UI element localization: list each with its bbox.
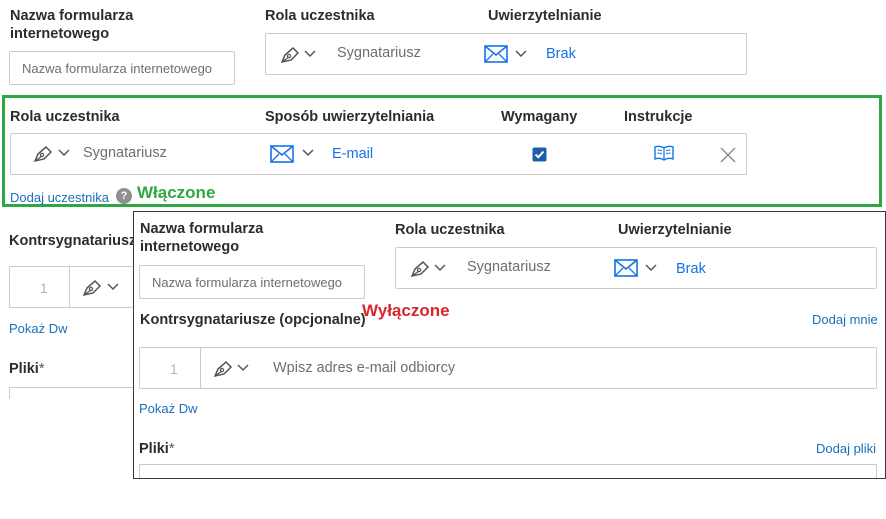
auth-label: Uwierzytelnianie bbox=[488, 8, 602, 24]
cosigners-label: Kontrsygnatariusze (opcjonalne) bbox=[140, 312, 366, 328]
role-value: Sygnatariusz bbox=[337, 45, 421, 61]
auth-label: Uwierzytelnianie bbox=[618, 222, 732, 238]
files-label: Pliki* bbox=[9, 361, 45, 377]
participant-row: Sygnatariusz E-mail bbox=[10, 133, 747, 175]
book-icon[interactable] bbox=[654, 145, 674, 161]
role-value: Sygnatariusz bbox=[83, 145, 167, 161]
chevron-down-icon[interactable] bbox=[107, 282, 119, 292]
form-name-input[interactable]: Nazwa formularza internetowego bbox=[139, 265, 365, 299]
chevron-down-icon[interactable] bbox=[237, 363, 249, 373]
envelope-icon[interactable] bbox=[484, 45, 508, 63]
divider bbox=[69, 267, 70, 307]
enabled-status-label: Włączone bbox=[137, 183, 216, 202]
role-label: Rola uczestnika bbox=[395, 222, 505, 238]
cosigner-index: 1 bbox=[170, 361, 178, 377]
recipient-email-input[interactable]: Wpisz adres e-mail odbiorcy bbox=[273, 360, 455, 376]
instructions-header: Instrukcje bbox=[624, 109, 693, 125]
chevron-down-icon[interactable] bbox=[304, 49, 316, 59]
divider bbox=[200, 348, 201, 388]
chevron-down-icon[interactable] bbox=[515, 49, 527, 59]
show-cc-link[interactable]: Pokaż Dw bbox=[9, 321, 68, 336]
files-label: Pliki* bbox=[139, 441, 175, 457]
add-participant-link[interactable]: Dodaj uczestnika bbox=[10, 190, 109, 205]
form-name-label: Nazwa formularza internetowego bbox=[10, 8, 134, 42]
required-header: Wymagany bbox=[501, 109, 578, 125]
show-cc-link[interactable]: Pokaż Dw bbox=[139, 401, 198, 416]
auth-method-header: Sposób uwierzytelniania bbox=[265, 109, 435, 125]
role-header: Rola uczestnika bbox=[10, 109, 120, 125]
chevron-down-icon[interactable] bbox=[58, 148, 70, 158]
files-drop-area[interactable] bbox=[139, 464, 877, 478]
participant-row: Sygnatariusz Brak bbox=[265, 33, 747, 75]
chevron-down-icon[interactable] bbox=[302, 148, 314, 158]
add-me-link[interactable]: Dodaj mnie bbox=[812, 312, 878, 327]
pen-signature-icon[interactable] bbox=[82, 278, 104, 298]
enabled-panel: Rola uczestnika Sposób uwierzytelniania … bbox=[2, 95, 882, 207]
form-name-input[interactable]: Nazwa formularza internetowego bbox=[9, 51, 235, 85]
participant-row: Sygnatariusz Brak bbox=[395, 247, 877, 289]
pen-signature-icon[interactable] bbox=[213, 359, 235, 379]
cosigner-label: Kontrsygnatariusz bbox=[9, 233, 137, 249]
pen-signature-icon[interactable] bbox=[33, 144, 55, 164]
cosigner-row: 1 bbox=[9, 266, 133, 308]
close-icon[interactable] bbox=[720, 147, 736, 163]
files-drop-area[interactable] bbox=[9, 387, 133, 399]
role-value: Sygnatariusz bbox=[467, 259, 551, 275]
pen-signature-icon[interactable] bbox=[280, 45, 302, 65]
pen-signature-icon[interactable] bbox=[410, 259, 432, 279]
envelope-icon[interactable] bbox=[614, 259, 638, 277]
form-name-label: Nazwa formularza internetowego bbox=[140, 221, 264, 255]
disabled-panel: Nazwa formularza internetowego Nazwa for… bbox=[133, 211, 886, 479]
chevron-down-icon[interactable] bbox=[434, 263, 446, 273]
envelope-icon[interactable] bbox=[270, 145, 294, 163]
role-label: Rola uczestnika bbox=[265, 8, 375, 24]
checkbox-checked-icon[interactable] bbox=[532, 147, 547, 162]
disabled-status-label: Wyłączone bbox=[362, 301, 450, 320]
auth-value[interactable]: Brak bbox=[676, 261, 706, 277]
help-icon[interactable]: ? bbox=[116, 188, 132, 204]
auth-value[interactable]: Brak bbox=[546, 46, 576, 62]
add-files-link[interactable]: Dodaj pliki bbox=[816, 441, 876, 456]
auth-value[interactable]: E-mail bbox=[332, 146, 373, 162]
cosigner-row: 1 Wpisz adres e-mail odbiorcy bbox=[139, 347, 877, 389]
cosigner-index: 1 bbox=[40, 280, 48, 296]
chevron-down-icon[interactable] bbox=[645, 263, 657, 273]
